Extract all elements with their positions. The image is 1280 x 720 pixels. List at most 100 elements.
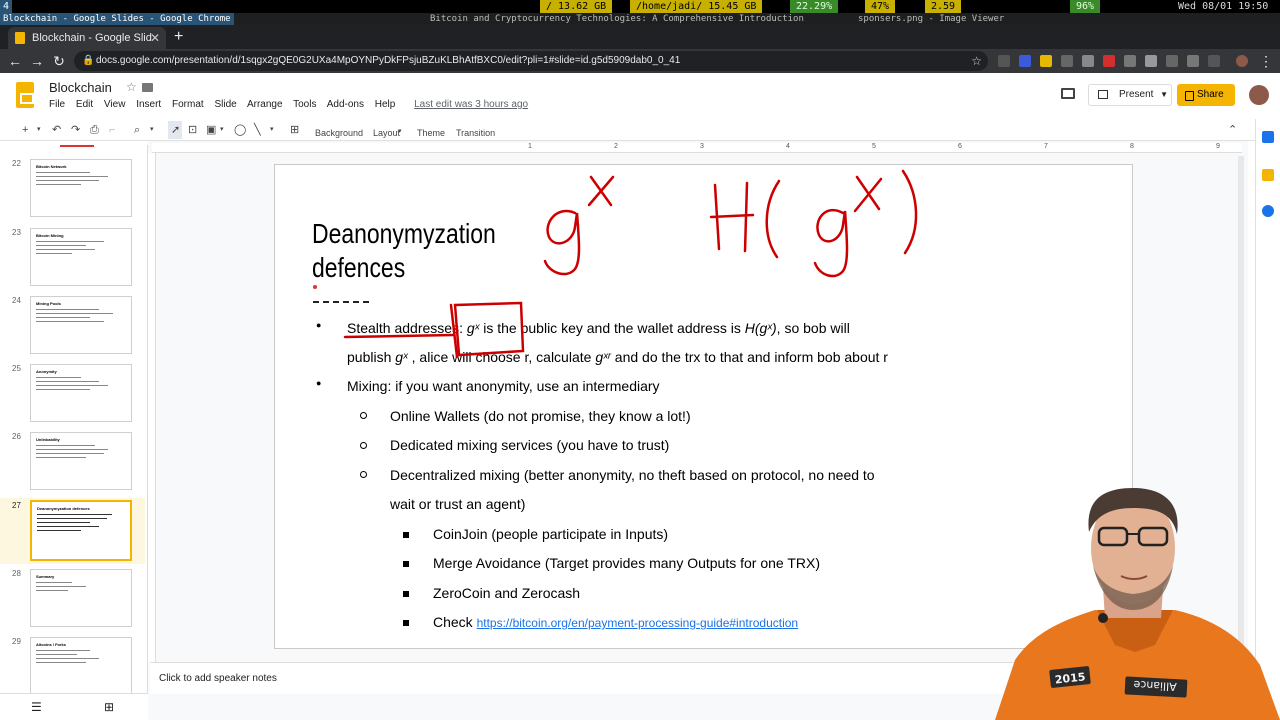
slide-thumbnail[interactable]: Bitcoin Mining — [30, 228, 132, 286]
present-button[interactable]: Present ▼ — [1088, 84, 1172, 106]
workspace-4[interactable]: 4 — [0, 0, 13, 13]
bullet-stealth-addresses[interactable]: Stealth addresses: gˣ is the public key … — [347, 319, 850, 337]
extension-icon[interactable] — [1124, 55, 1136, 67]
menu-slide[interactable]: Slide — [214, 99, 236, 110]
menu-format[interactable]: Format — [172, 99, 204, 110]
chevron-down-icon[interactable]: ▾ — [150, 122, 154, 138]
extension-icon[interactable] — [998, 55, 1010, 67]
subsub-bullet[interactable]: Merge Avoidance (Target provides many Ou… — [433, 554, 820, 572]
slide-number: 22 — [12, 159, 21, 168]
star-icon[interactable]: ☆ — [971, 51, 982, 71]
line-icon[interactable]: ╲ — [254, 122, 261, 138]
status-memory: 47% — [865, 0, 896, 13]
menu-tools[interactable]: Tools — [293, 99, 316, 110]
url-text: docs.google.com/presentation/d/1sqgx2gQE… — [96, 55, 681, 66]
status-battery: 96% — [1070, 0, 1101, 13]
sub-bullet[interactable]: Dedicated mixing services (you have to t… — [390, 436, 669, 454]
new-slide-icon[interactable]: + — [22, 122, 28, 138]
chevron-down-icon[interactable]: ▾ — [220, 122, 224, 138]
bullet-text: Stealth addresses: — [347, 320, 463, 336]
slide-thumbnail[interactable]: Summary — [30, 569, 132, 627]
subsub-bullet[interactable]: CoinJoin (people participate in Inputs) — [433, 525, 668, 543]
menu-edit[interactable]: Edit — [76, 99, 93, 110]
extension-icon[interactable] — [1061, 55, 1073, 67]
window-title-focused[interactable]: Blockchain - Google Slides - Google Chro… — [0, 13, 234, 25]
calendar-icon[interactable] — [1262, 131, 1274, 143]
menu-insert[interactable]: Insert — [136, 99, 161, 110]
payment-guide-link[interactable]: https://bitcoin.org/en/payment-processin… — [477, 616, 799, 630]
slides-logo-icon[interactable] — [16, 82, 34, 108]
extension-icon[interactable] — [1103, 55, 1115, 67]
more-vert-icon[interactable]: ⋮ — [1257, 51, 1275, 71]
sub-bullet[interactable]: Online Wallets (do not promise, they kno… — [390, 407, 691, 425]
zoom-icon[interactable]: ⌕ — [134, 122, 140, 138]
extension-icon[interactable] — [1040, 55, 1052, 67]
last-edit-link[interactable]: Last edit was 3 hours ago — [414, 99, 528, 110]
chevron-down-icon[interactable]: ▾ — [37, 122, 41, 138]
text-box-icon[interactable]: ⊡ — [188, 122, 197, 138]
profile-avatar[interactable] — [1236, 55, 1248, 67]
image-icon[interactable]: ▣ — [206, 122, 216, 138]
extension-icon[interactable] — [1145, 55, 1157, 67]
close-tab-icon[interactable]: ✕ — [150, 27, 160, 49]
undo-icon[interactable]: ↶ — [52, 122, 61, 138]
bullet-stealth-addresses-cont[interactable]: publish gˣ , alice will choose r, calcul… — [347, 348, 888, 366]
chevron-down-icon[interactable]: ▾ — [270, 122, 274, 138]
browser-tab[interactable]: Blockchain - Google Slid ✕ — [8, 27, 166, 49]
reload-icon[interactable]: ↻ — [50, 51, 68, 71]
keep-icon[interactable] — [1262, 169, 1274, 181]
layout-button[interactable]: Layout — [373, 125, 400, 141]
chevron-down-icon[interactable]: ▾ — [398, 124, 402, 140]
collapse-toolbar-icon[interactable]: ⌃ — [1228, 122, 1237, 138]
menu-addons[interactable]: Add-ons — [327, 99, 364, 110]
folder-icon[interactable] — [142, 83, 153, 92]
extension-icon[interactable] — [1082, 55, 1094, 67]
subsub-bullet[interactable]: Check https://bitcoin.org/en/payment-pro… — [433, 613, 798, 632]
comment-icon[interactable] — [1061, 88, 1075, 99]
bullet-circle — [360, 412, 367, 419]
theme-button[interactable]: Theme — [417, 125, 445, 141]
tasks-icon[interactable] — [1262, 205, 1274, 217]
extension-icon[interactable] — [1187, 55, 1199, 67]
list-view-icon[interactable]: ☰ — [31, 700, 42, 714]
menu-help[interactable]: Help — [375, 99, 396, 110]
sub-bullet-cont[interactable]: wait or trust an agent) — [390, 495, 525, 513]
address-bar[interactable]: 🔒 docs.google.com/presentation/d/1sqgx2g… — [74, 51, 988, 71]
extension-icon[interactable] — [1019, 55, 1031, 67]
redo-icon[interactable]: ↷ — [71, 122, 80, 138]
subsub-bullet[interactable]: ZeroCoin and Zerocash — [433, 584, 580, 602]
chevron-down-icon[interactable]: ▼ — [1160, 85, 1168, 105]
slide-thumbnail[interactable]: Bitcoin Network — [30, 159, 132, 217]
menu-arrange[interactable]: Arrange — [247, 99, 283, 110]
menu-file[interactable]: File — [49, 99, 65, 110]
slide-title[interactable]: Deanonymyzation defences — [312, 217, 558, 285]
extension-icon[interactable] — [1208, 55, 1220, 67]
document-title[interactable]: Blockchain — [49, 80, 112, 95]
slide-thumbnail[interactable]: Mining Pools — [30, 296, 132, 354]
shape-icon[interactable]: ◯ — [234, 122, 246, 138]
window-title-other[interactable]: Bitcoin and Cryptocurrency Technologies:… — [430, 13, 804, 25]
extension-icon[interactable] — [1166, 55, 1178, 67]
slide-thumbnail-selected[interactable]: Deanonymyzation defences — [30, 500, 132, 561]
bullet-mixing[interactable]: Mixing: if you want anonymity, use an in… — [347, 377, 660, 395]
window-title-other[interactable]: sponsers.png - Image Viewer — [858, 13, 1004, 25]
paint-format-icon[interactable]: ⌐ — [109, 122, 115, 138]
arrow-left-icon[interactable]: ← — [6, 51, 24, 71]
filmstrip-footer: ☰ ⊞ — [0, 693, 148, 720]
grid-view-icon[interactable]: ⊞ — [104, 700, 114, 714]
share-button[interactable]: Share — [1177, 84, 1235, 106]
new-tab-icon[interactable]: + — [174, 27, 183, 47]
slide-thumbnail[interactable]: Altcoins / Forks — [30, 637, 132, 693]
comment-add-icon[interactable]: ⊞ — [290, 122, 299, 138]
select-cursor-icon[interactable]: ➚ — [171, 122, 180, 138]
background-button[interactable]: Background — [315, 125, 363, 141]
print-icon[interactable]: ⎙ — [90, 122, 99, 138]
slide-thumbnail[interactable]: Anonymity — [30, 364, 132, 422]
slide-thumbnail[interactable]: Unlinkability — [30, 432, 132, 490]
arrow-right-icon[interactable]: → — [28, 51, 46, 71]
menu-view[interactable]: View — [104, 99, 126, 110]
sub-bullet[interactable]: Decentralized mixing (better anonymity, … — [390, 466, 875, 484]
transition-button[interactable]: Transition — [456, 125, 495, 141]
star-icon[interactable]: ☆ — [126, 80, 137, 94]
avatar[interactable] — [1249, 85, 1269, 105]
